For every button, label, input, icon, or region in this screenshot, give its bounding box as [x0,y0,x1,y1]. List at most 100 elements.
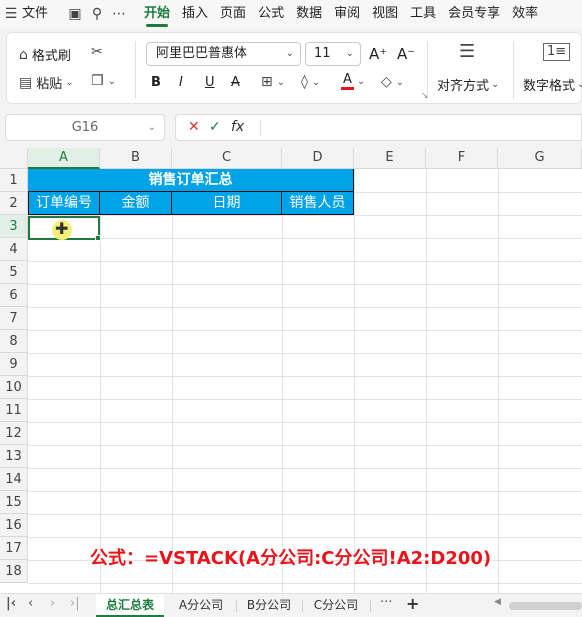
number-format-button[interactable]: 数字格式 ⌄ [523,75,582,94]
italic-button[interactable]: I [179,75,183,90]
sheet-tab-a[interactable]: A分公司 [168,594,234,617]
formula-bar: G16 ⌄ ✕ ✓ fx [0,108,582,148]
col-header-d[interactable]: D [282,148,354,169]
tab-review[interactable]: 审阅 [328,0,366,28]
tab-member[interactable]: 会员专享 [442,0,506,28]
tab-formula[interactable]: 公式 [252,0,290,28]
col-header-b[interactable]: B [100,148,172,169]
sheet-tab-b[interactable]: B分公司 [238,594,300,617]
brush-icon: ⌂ [19,46,28,63]
header-cell-date[interactable]: 日期 [172,192,282,215]
align-menu-button[interactable]: 对齐方式 ⌄ [437,75,499,94]
row-header-5[interactable]: 5 [0,261,28,284]
chevron-down-icon: ⌄ [285,48,294,59]
strikethrough-button[interactable]: A [231,75,240,90]
row-header-18[interactable]: 18 [0,560,28,583]
format-painter-label: 格式刷 [31,49,71,64]
row-header-15[interactable]: 15 [0,491,28,514]
hamburger-icon[interactable]: ☰ [0,6,22,22]
tab-insert[interactable]: 插入 [176,0,214,28]
row-header-16[interactable]: 16 [0,514,28,537]
menu-file[interactable]: 文件 [22,0,54,28]
cancel-icon[interactable]: ✕ [188,119,200,135]
header-cell-order-id[interactable]: 订单编号 [28,192,100,215]
font-name-select[interactable]: 阿里巴巴普惠体 ⌄ [146,42,301,66]
row-header-2[interactable]: 2 [0,192,28,215]
row-header-9[interactable]: 9 [0,353,28,376]
row-header-14[interactable]: 14 [0,468,28,491]
sheet-tab-c[interactable]: C分公司 [304,594,368,617]
font-size-value: 11 [314,46,331,61]
horizontal-scrollbar[interactable] [509,602,582,610]
row-header-13[interactable]: 13 [0,445,28,468]
formula-input[interactable]: ✕ ✓ fx [175,114,582,141]
last-sheet-icon[interactable]: ›| [70,596,80,611]
bold-button[interactable]: B [151,75,161,90]
row-header-10[interactable]: 10 [0,376,28,399]
fill-color-button[interactable]: ◊ ⌄ [301,74,320,90]
border-button[interactable]: ⊞ ⌄ [261,74,285,90]
tab-tools[interactable]: 工具 [404,0,442,28]
tab-home[interactable]: 开始 [138,0,176,28]
col-header-a[interactable]: A [28,148,100,169]
row-header-7[interactable]: 7 [0,307,28,330]
col-header-c[interactable]: C [172,148,282,169]
format-painter-button[interactable]: ⌂ 格式刷 [19,45,71,65]
divider [513,41,514,99]
more-sheets-icon[interactable]: ··· [380,595,392,610]
spreadsheet-grid[interactable]: A B C D E F G 1 2 3 4 5 6 7 8 9 10 11 12… [0,148,582,593]
ribbon: ⌂ 格式刷 ✂ ▤ 粘贴 ⌄ ❐ ⌄ 阿里巴巴普惠体 ⌄ 11 ⌄ A⁺ A⁻ … [0,28,582,108]
number-format-icon[interactable]: 1≡ [543,43,571,61]
menu-bar: ☰ 文件 ▣ ⚲ ⋯ 开始 插入 页面 公式 数据 审阅 视图 工具 会员专享 … [0,0,582,28]
tab-efficiency[interactable]: 效率 [506,0,544,28]
row-header-11[interactable]: 11 [0,399,28,422]
cut-button[interactable]: ✂ [91,44,107,60]
row-header-8[interactable]: 8 [0,330,28,353]
divider [427,41,428,99]
save-icon[interactable]: ▣ [64,6,86,22]
row-header-6[interactable]: 6 [0,284,28,307]
next-sheet-icon[interactable]: › [50,596,55,611]
paste-label: 粘贴 [36,77,63,92]
row-header-12[interactable]: 12 [0,422,28,445]
copy-button[interactable]: ❐ ⌄ [91,73,116,89]
tab-page[interactable]: 页面 [214,0,252,28]
col-header-g[interactable]: G [498,148,582,169]
row-header-3[interactable]: 3 [0,215,28,238]
more-icon[interactable]: ⋯ [108,6,130,22]
header-cell-salesperson[interactable]: 销售人员 [282,192,354,215]
font-color-button[interactable]: A ⌄ [341,73,365,90]
divider [135,41,136,99]
clear-button[interactable]: ◇ ⌄ [381,74,404,90]
row-header-1[interactable]: 1 [0,169,28,192]
select-all-corner[interactable] [0,148,28,169]
col-header-f[interactable]: F [426,148,498,169]
confirm-icon[interactable]: ✓ [209,119,221,135]
cell-cursor-icon: ✚ [52,219,72,240]
tab-data[interactable]: 数据 [290,0,328,28]
table-title-cell[interactable]: 销售订单汇总 [28,169,354,192]
paste-button[interactable]: ▤ 粘贴 ⌄ [19,73,74,93]
add-sheet-button[interactable]: + [406,594,419,613]
prev-sheet-icon[interactable]: ‹ [28,596,33,611]
first-sheet-icon[interactable]: |‹ [6,596,16,611]
ribbon-panel: ⌂ 格式刷 ✂ ▤ 粘贴 ⌄ ❐ ⌄ 阿里巴巴普惠体 ⌄ 11 ⌄ A⁺ A⁻ … [6,32,582,104]
row-header-4[interactable]: 4 [0,238,28,261]
find-icon[interactable]: ⚲ [86,6,108,22]
paste-icon: ▤ [19,74,33,91]
fill-handle[interactable] [95,235,101,241]
font-size-select[interactable]: 11 ⌄ [305,42,361,66]
grow-font-button[interactable]: A⁺ [369,45,387,63]
name-box[interactable]: G16 ⌄ [5,114,165,141]
italic-label: I [179,75,183,90]
scroll-left-icon[interactable]: ◀ [494,597,501,607]
fx-icon[interactable]: fx [231,119,244,135]
tab-view[interactable]: 视图 [366,0,404,28]
sheet-tab-summary[interactable]: 总汇总表 [96,594,164,617]
align-icon[interactable]: ☰ [459,41,475,62]
shrink-font-button[interactable]: A⁻ [397,45,415,63]
col-header-e[interactable]: E [354,148,426,169]
row-header-17[interactable]: 17 [0,537,28,560]
header-cell-amount[interactable]: 金额 [100,192,172,215]
underline-button[interactable]: U [205,75,215,90]
